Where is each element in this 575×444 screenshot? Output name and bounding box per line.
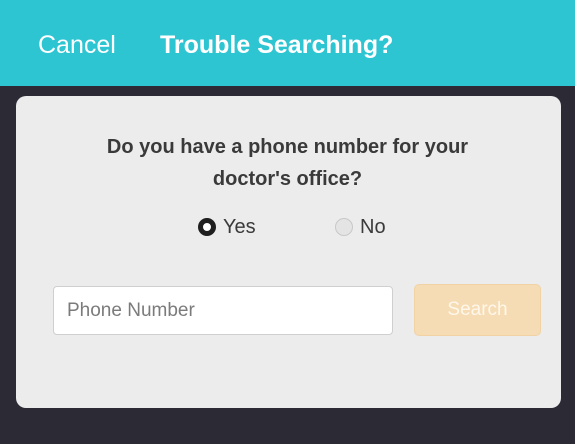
radio-yes[interactable]: Yes (198, 214, 256, 240)
question-text: Do you have a phone number for your doct… (0, 131, 575, 195)
search-button[interactable]: Search (414, 284, 541, 336)
phone-number-input[interactable] (53, 286, 393, 335)
cancel-button[interactable]: Cancel (38, 30, 116, 60)
radio-selected-icon[interactable] (198, 218, 216, 236)
radio-unselected-icon[interactable] (335, 218, 353, 236)
header-bar: Cancel Trouble Searching? (0, 0, 575, 86)
radio-yes-label[interactable]: Yes (223, 214, 256, 240)
question-line-1: Do you have a phone number for your (106, 136, 469, 158)
radio-no-label[interactable]: No (360, 214, 386, 240)
page-title: Trouble Searching? (160, 31, 394, 59)
radio-no[interactable]: No (335, 214, 386, 240)
question-line-2: doctor's office? (212, 168, 363, 190)
